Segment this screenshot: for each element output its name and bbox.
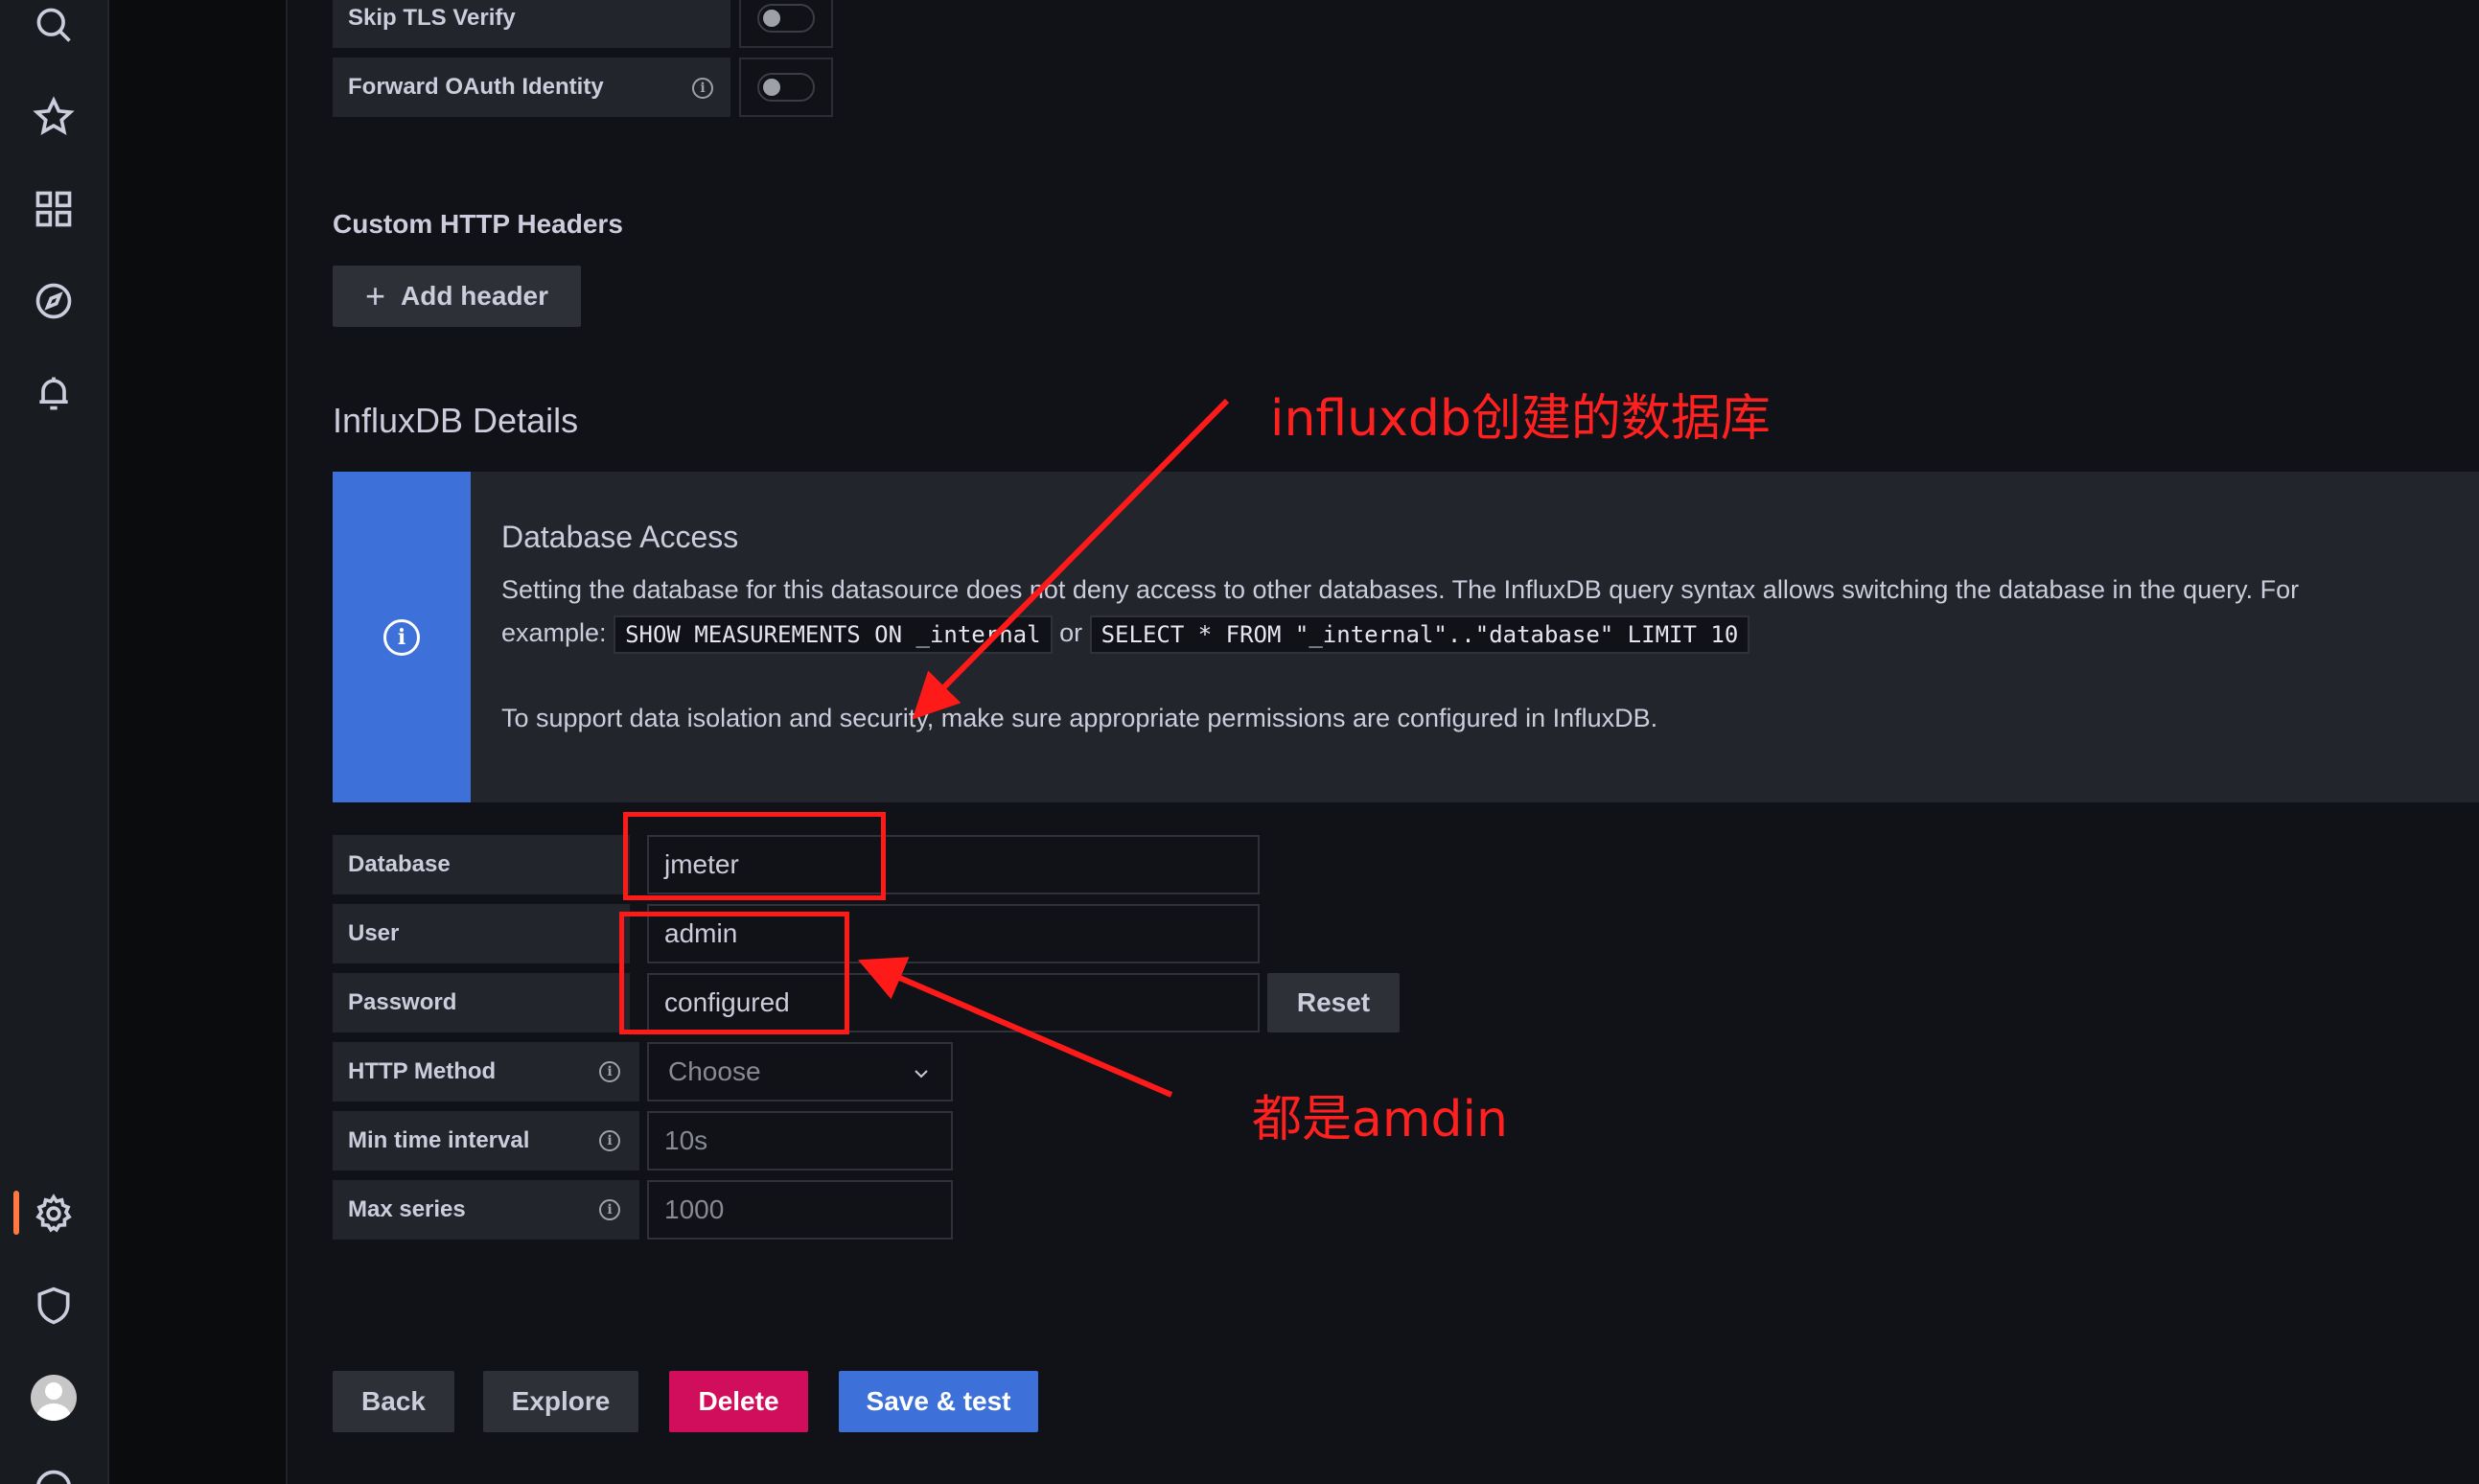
explore-icon[interactable] — [0, 263, 107, 339]
forward-oauth-label: Forward OAuth Identity — [333, 58, 730, 117]
alert-title: Database Access — [501, 520, 739, 554]
http-method-placeholder: Choose — [668, 1056, 761, 1086]
or-label: or — [1059, 618, 1083, 648]
info-icon[interactable]: i — [599, 1130, 620, 1151]
app-root: Skip TLS Verify Forward OAuth Identity i… — [0, 0, 2479, 1484]
min-interval-label-text: Min time interval — [348, 1127, 530, 1153]
min-interval-label: Min time interval — [333, 1111, 639, 1171]
user-label-text: User — [348, 920, 400, 946]
add-header-label: Add header — [401, 281, 549, 311]
example-label: example: — [501, 618, 607, 648]
database-access-alert: i Database Access Setting the database f… — [333, 472, 2479, 802]
dashboards-icon[interactable] — [0, 171, 107, 247]
code-snippet-2: SELECT * FROM "_internal".."database" LI… — [1089, 615, 1750, 654]
http-method-select[interactable]: Choose — [647, 1042, 953, 1101]
alert-line-3: To support data isolation and security, … — [501, 704, 1658, 732]
password-label-text: Password — [348, 989, 457, 1015]
info-icon: i — [383, 618, 420, 656]
max-series-label: Max series — [333, 1180, 639, 1240]
nav-gutter — [109, 0, 286, 1484]
database-highlight-box — [623, 812, 886, 900]
skip-tls-toggle[interactable] — [757, 4, 815, 33]
min-interval-input[interactable]: 10s — [647, 1111, 953, 1171]
star-icon[interactable] — [0, 79, 107, 155]
forward-oauth-toggle-box — [739, 58, 833, 117]
skip-tls-text: Skip TLS Verify — [348, 5, 516, 31]
password-label: Password — [333, 973, 630, 1032]
info-icon[interactable]: i — [599, 1199, 620, 1220]
database-label: Database — [333, 835, 630, 894]
info-icon[interactable]: i — [692, 78, 713, 99]
chevron-down-icon — [915, 1070, 928, 1078]
forward-oauth-toggle[interactable] — [757, 73, 815, 102]
sidebar — [0, 0, 109, 1484]
http-method-label: HTTP Method — [333, 1042, 639, 1101]
search-icon[interactable] — [0, 0, 107, 63]
alerting-icon[interactable] — [0, 355, 107, 431]
plus-icon: + — [364, 276, 385, 315]
max-series-label-text: Max series — [348, 1196, 466, 1222]
credentials-highlight-box — [619, 912, 849, 1034]
shield-icon[interactable] — [0, 1267, 107, 1344]
delete-button[interactable]: Delete — [669, 1371, 808, 1432]
alert-stripe: i — [333, 472, 471, 802]
avatar[interactable] — [31, 1375, 77, 1421]
influxdb-details-title: InfluxDB Details — [333, 401, 579, 440]
database-label-text: Database — [348, 851, 451, 877]
max-series-input[interactable]: 1000 — [647, 1180, 953, 1240]
code-snippet-1: SHOW MEASUREMENTS ON _internal — [614, 615, 1053, 654]
info-icon[interactable]: i — [599, 1061, 620, 1082]
credentials-annotation: 都是amdin — [1252, 1091, 1508, 1148]
back-button[interactable]: Back — [333, 1371, 454, 1432]
http-method-label-text: HTTP Method — [348, 1058, 497, 1084]
forward-oauth-text: Forward OAuth Identity — [348, 74, 604, 100]
skip-tls-toggle-box — [739, 0, 833, 48]
custom-headers-title: Custom HTTP Headers — [333, 209, 623, 239]
alert-line-2: example: SHOW MEASUREMENTS ON _internal … — [501, 615, 1750, 654]
help-icon[interactable] — [0, 1449, 107, 1484]
reset-password-button[interactable]: Reset — [1267, 973, 1400, 1032]
explore-button[interactable]: Explore — [483, 1371, 638, 1432]
save-test-button[interactable]: Save & test — [839, 1371, 1038, 1432]
alert-line-1: Setting the database for this datasource… — [501, 575, 2300, 604]
database-annotation: influxdb创建的数据库 — [1270, 390, 1771, 448]
user-label: User — [333, 904, 630, 963]
gear-icon[interactable] — [0, 1175, 107, 1252]
skip-tls-label: Skip TLS Verify — [333, 0, 730, 48]
add-header-button[interactable]: + Add header — [333, 266, 581, 327]
